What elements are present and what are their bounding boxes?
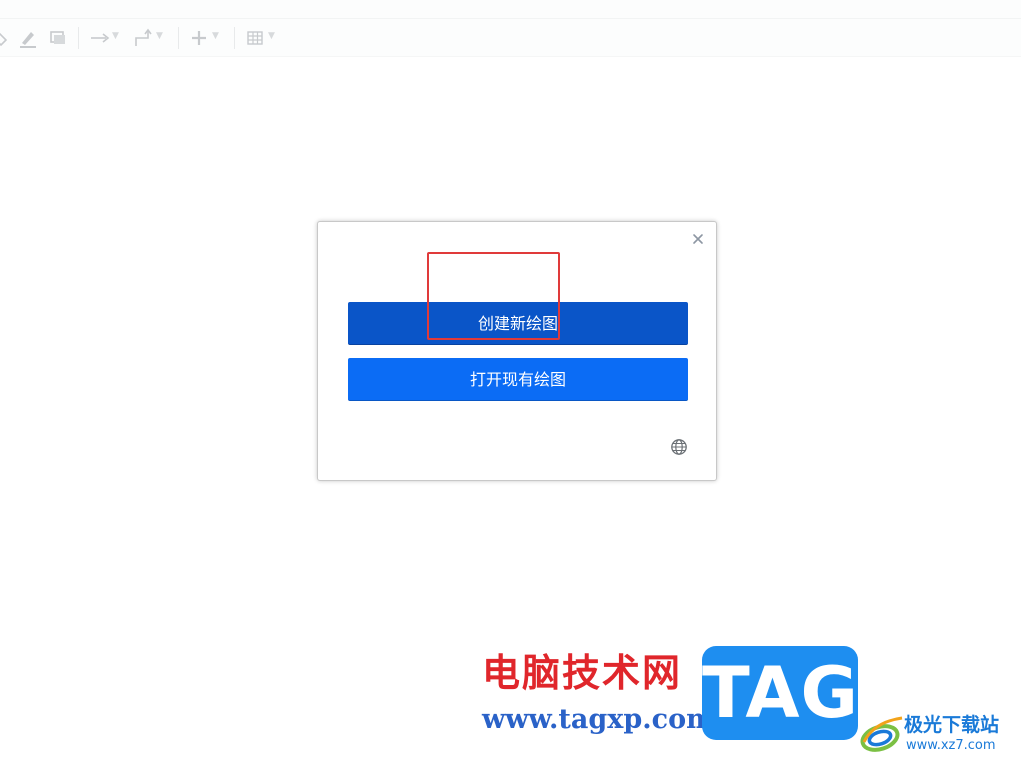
line-color-icon[interactable] xyxy=(17,27,39,49)
watermark-brand-name: 极光下载站 xyxy=(904,714,1000,736)
chevron-down-icon[interactable]: ▼ xyxy=(268,31,275,41)
toolbar-separator xyxy=(78,27,79,49)
insert-plus-icon[interactable] xyxy=(188,27,210,49)
fill-color-icon[interactable] xyxy=(0,27,12,49)
create-new-diagram-button[interactable]: 创建新绘图 xyxy=(348,302,688,345)
globe-icon[interactable] xyxy=(670,438,688,456)
menu-bar xyxy=(0,0,1021,19)
close-icon[interactable] xyxy=(690,231,706,247)
toolbar-separator xyxy=(178,27,179,49)
toolbar-separator xyxy=(234,27,235,49)
drawio-page: ▼ ▼ ▼ ▼ 创建新绘图 打开现有绘图 电脑技术网 www.tagxp.com… xyxy=(0,0,1021,765)
toolbar: ▼ ▼ ▼ ▼ xyxy=(0,19,1021,57)
watermark-tag-logo: TAG xyxy=(702,646,858,740)
table-icon[interactable] xyxy=(244,27,266,49)
aurora-logo-icon xyxy=(860,716,903,752)
watermark-site-name: 电脑技术网 xyxy=(482,651,683,695)
watermark-site-url: www.tagxp.com xyxy=(482,704,715,735)
chevron-down-icon[interactable]: ▼ xyxy=(112,31,119,41)
watermark-brand-url: www.xz7.com xyxy=(906,738,996,753)
start-dialog: 创建新绘图 打开现有绘图 xyxy=(317,221,717,481)
open-existing-diagram-button[interactable]: 打开现有绘图 xyxy=(348,358,688,401)
chevron-down-icon[interactable]: ▼ xyxy=(212,31,219,41)
connection-arrow-icon[interactable] xyxy=(89,27,111,49)
waypoints-icon[interactable] xyxy=(132,27,154,49)
chevron-down-icon[interactable]: ▼ xyxy=(156,31,163,41)
shadow-icon[interactable] xyxy=(47,27,69,49)
